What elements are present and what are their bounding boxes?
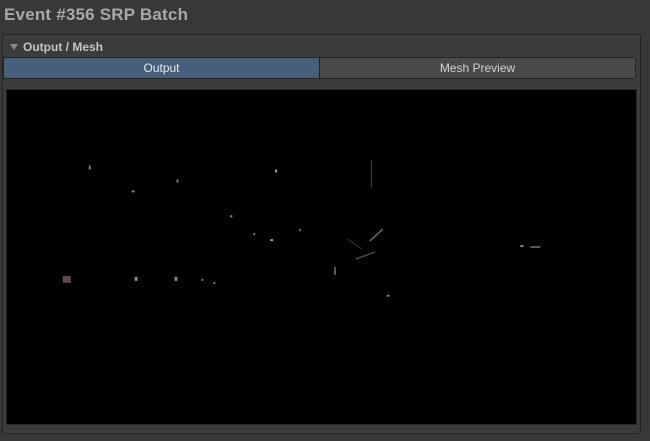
output-mesh-foldout[interactable]: Output / Mesh (9, 40, 103, 54)
tab-mesh-preview[interactable]: Mesh Preview (320, 58, 635, 78)
output-mesh-panel: Output / Mesh Output Mesh Preview (2, 34, 641, 434)
section-title: Output / Mesh (23, 40, 103, 54)
event-title: Event #356 SRP Batch (4, 5, 189, 24)
triangle-down-icon (9, 42, 19, 52)
output-tabbar: Output Mesh Preview (3, 57, 636, 79)
tab-output[interactable]: Output (4, 58, 320, 78)
frame-debugger-window: Event #356 SRP Batch Output / Mesh Outpu… (0, 0, 650, 441)
render-output-image (7, 90, 636, 424)
render-output-viewport[interactable] (6, 89, 637, 425)
